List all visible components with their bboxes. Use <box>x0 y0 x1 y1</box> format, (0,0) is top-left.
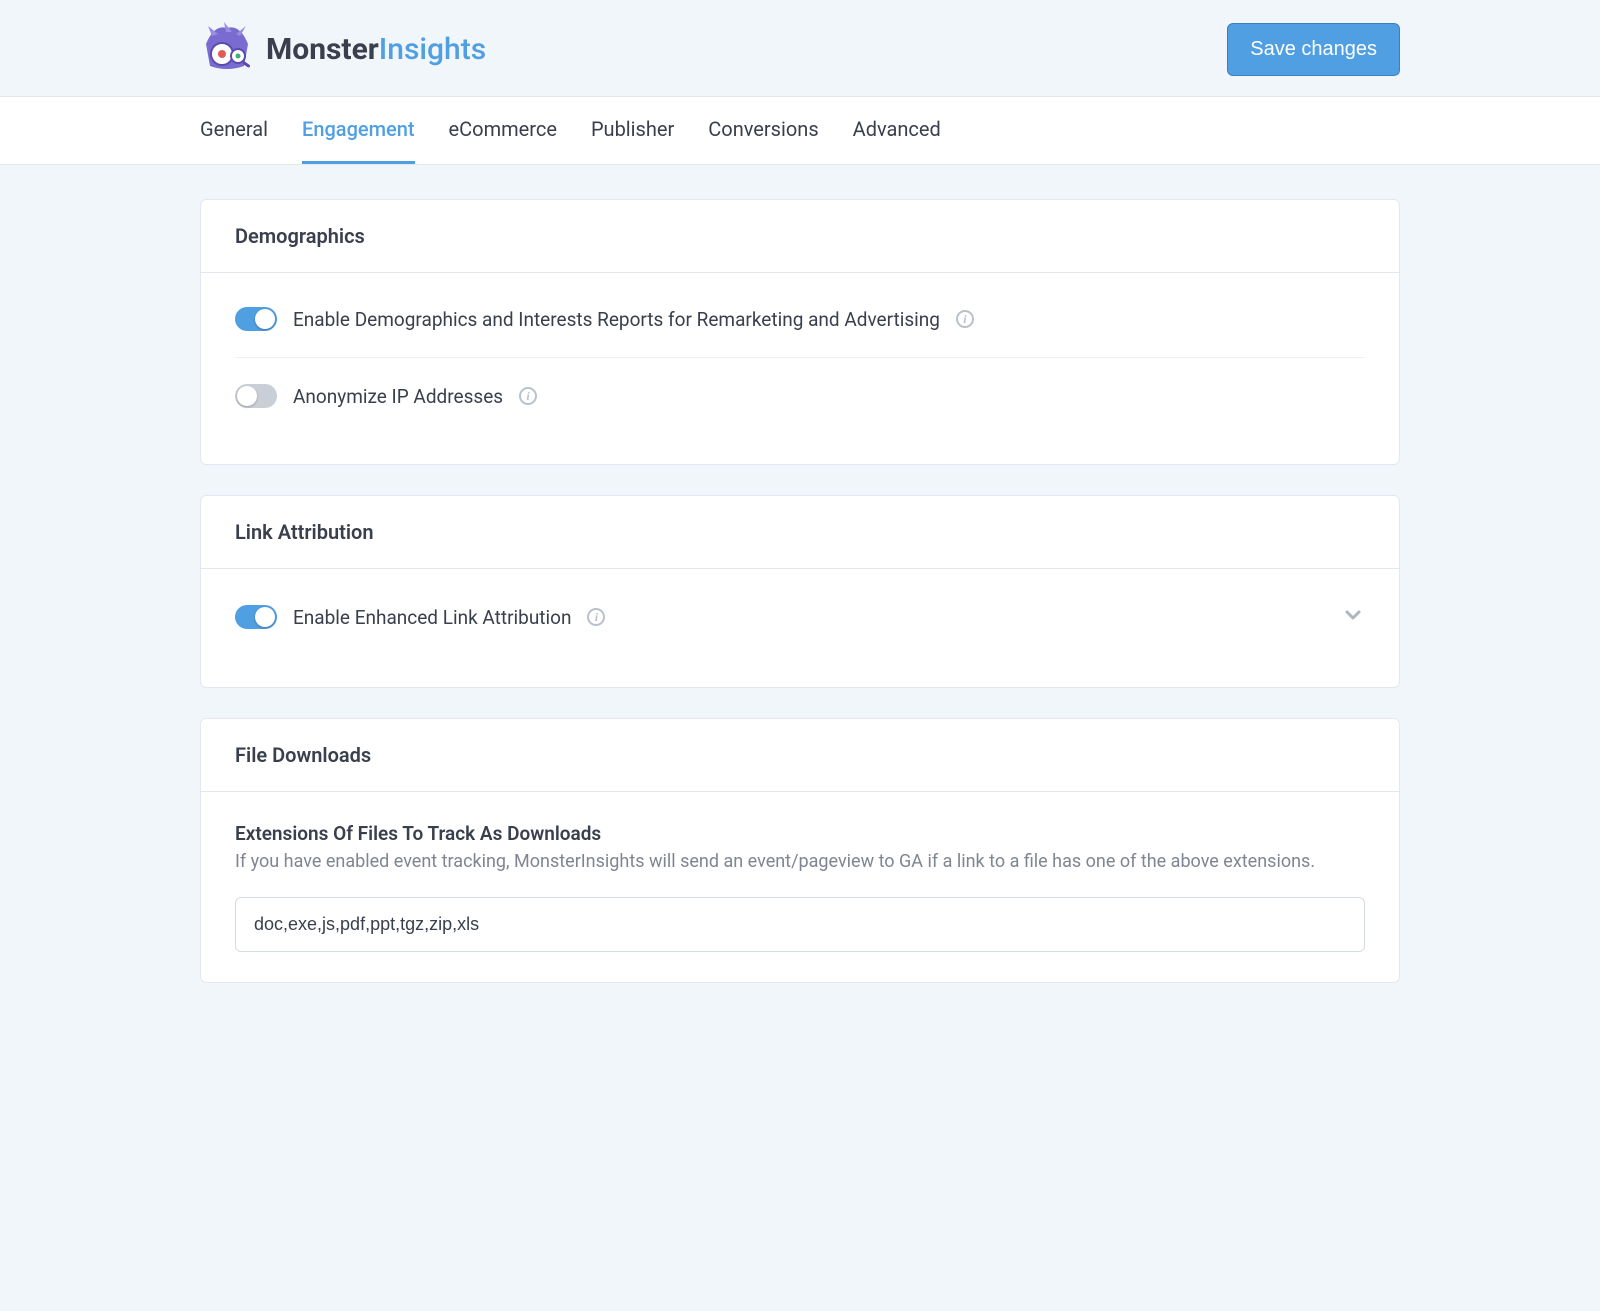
chevron-down-icon[interactable] <box>1341 603 1365 631</box>
tab-engagement[interactable]: Engagement <box>302 97 415 164</box>
tab-general[interactable]: General <box>200 97 268 164</box>
panel-file-downloads: File Downloads Extensions Of Files To Tr… <box>200 718 1400 983</box>
panel-demographics: Demographics Enable Demographics and Int… <box>200 199 1400 465</box>
save-button[interactable]: Save changes <box>1227 23 1400 76</box>
panel-title-demographics: Demographics <box>201 200 1399 273</box>
info-icon[interactable]: i <box>519 387 537 405</box>
field-title-extensions: Extensions Of Files To Track As Download… <box>235 822 1365 845</box>
brand-logo: MonsterInsights <box>200 22 486 76</box>
panel-title-link-attribution: Link Attribution <box>201 496 1399 569</box>
tab-advanced[interactable]: Advanced <box>853 97 941 164</box>
toggle-enable-demographics[interactable] <box>235 307 277 331</box>
panel-link-attribution: Link Attribution Enable Enhanced Link At… <box>200 495 1400 688</box>
panel-title-file-downloads: File Downloads <box>201 719 1399 792</box>
tab-publisher[interactable]: Publisher <box>591 97 674 164</box>
info-icon[interactable]: i <box>956 310 974 328</box>
brand-mark <box>200 22 254 76</box>
row-enhanced-link-attr: Enable Enhanced Link Attribution i <box>235 577 1365 657</box>
tab-conversions[interactable]: Conversions <box>708 97 818 164</box>
toggle-enhanced-link-attr[interactable] <box>235 605 277 629</box>
label-enable-demographics: Enable Demographics and Interests Report… <box>293 308 940 331</box>
info-icon[interactable]: i <box>587 608 605 626</box>
content: Demographics Enable Demographics and Int… <box>200 165 1400 1063</box>
brand-text: MonsterInsights <box>266 32 486 67</box>
toggle-anonymize-ip[interactable] <box>235 384 277 408</box>
brand-text-b: Insights <box>379 32 486 67</box>
label-anonymize-ip: Anonymize IP Addresses <box>293 385 503 408</box>
brand-text-a: Monster <box>266 32 379 67</box>
header-region: MonsterInsights Save changes <box>0 0 1600 97</box>
label-enhanced-link-attr: Enable Enhanced Link Attribution <box>293 606 571 629</box>
row-anonymize-ip: Anonymize IP Addresses i <box>235 358 1365 434</box>
row-enable-demographics: Enable Demographics and Interests Report… <box>235 281 1365 358</box>
tabs-bar: General Engagement eCommerce Publisher C… <box>0 97 1600 165</box>
field-desc-extensions: If you have enabled event tracking, Mons… <box>235 849 1365 875</box>
input-extensions[interactable] <box>235 897 1365 952</box>
tab-ecommerce[interactable]: eCommerce <box>449 97 557 164</box>
